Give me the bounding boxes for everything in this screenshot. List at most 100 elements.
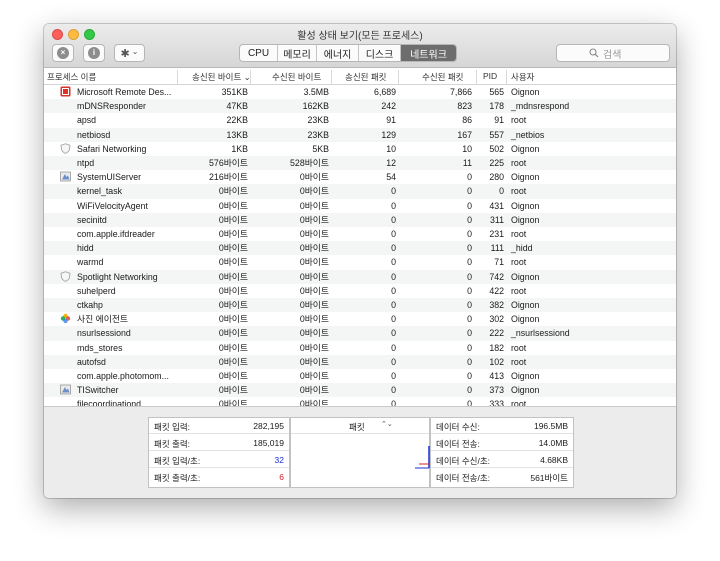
- sent-bytes: 0바이트: [218, 356, 248, 367]
- recv-bytes: 528바이트: [290, 158, 329, 168]
- col-recv-packets[interactable]: 수신된 패킷: [422, 71, 463, 83]
- sent-packets: 91: [386, 115, 396, 126]
- table-row[interactable]: ctkahp 0바이트 0바이트 0 0 382 Oignon: [44, 298, 676, 313]
- process-name: Spotlight Networking: [77, 271, 158, 282]
- table-row[interactable]: ntpd 576바이트 528바이트 12 11 225 root: [44, 156, 676, 171]
- stat-value: 6: [279, 472, 284, 482]
- sent-bytes: 0바이트: [218, 300, 248, 310]
- stat-value: 196.5MB: [533, 421, 568, 431]
- recv-bytes: 0바이트: [299, 214, 329, 225]
- table-row[interactable]: Safari Networking 1KB 5KB 10 10 502 Oign…: [44, 142, 676, 156]
- user: Oignon: [511, 314, 540, 325]
- table-row[interactable]: apsd 22KB 23KB 91 86 91 root: [44, 113, 676, 127]
- stat-row: 패킷 입력: 282,195: [149, 418, 289, 434]
- column-divider: [177, 70, 178, 84]
- table-row[interactable]: com.apple.photomom... 0바이트 0바이트 0 0 413 …: [44, 369, 676, 383]
- col-recv-bytes[interactable]: 수신된 바이트: [272, 71, 321, 83]
- pid: 382: [489, 300, 504, 310]
- user: root: [511, 285, 527, 296]
- table-row[interactable]: com.apple.ifdreader 0바이트 0바이트 0 0 231 ro…: [44, 227, 676, 241]
- titlebar: 활성 상태 보기(모든 프로세스) × i ✱ ⌄ CPU 메모리 에너지 디스…: [44, 24, 676, 68]
- pid: 302: [489, 314, 504, 325]
- recv-packets: 0: [467, 172, 472, 183]
- recv-bytes: 162KB: [302, 101, 329, 112]
- recv-packets: 0: [467, 214, 472, 225]
- recv-bytes: 5KB: [312, 143, 329, 154]
- sent-bytes: 0바이트: [218, 342, 248, 353]
- table-row[interactable]: autofsd 0바이트 0바이트 0 0 102 root: [44, 354, 676, 369]
- tab-network[interactable]: 네트워크: [401, 45, 456, 61]
- tab-disk[interactable]: 디스크: [359, 45, 401, 61]
- user: root: [511, 257, 527, 268]
- pid: 182: [489, 342, 504, 353]
- table-row[interactable]: Spotlight Networking 0바이트 0바이트 0 0 742 O…: [44, 269, 676, 284]
- recv-bytes: 0바이트: [299, 285, 329, 296]
- col-sent-packets[interactable]: 송신된 패킷: [345, 71, 386, 83]
- sent-packets: 0: [391, 271, 396, 282]
- user: _netbios: [511, 129, 545, 140]
- user: Oignon: [511, 87, 540, 97]
- stat-label: 패킷 출력/초:: [154, 473, 201, 483]
- sent-packets: 0: [391, 229, 396, 239]
- sent-bytes: 47KB: [226, 101, 248, 112]
- table-row[interactable]: SystemUIServer 216바이트 0바이트 54 0 280 Oign…: [44, 170, 676, 184]
- table-row[interactable]: Microsoft Remote Des... 351KB 3.5MB 6,68…: [44, 85, 676, 99]
- recv-bytes: 0바이트: [299, 243, 329, 254]
- user: Oignon: [511, 143, 540, 154]
- table-row[interactable]: 사진 에이전트 0바이트 0바이트 0 0 302 Oignon: [44, 312, 676, 326]
- col-pid[interactable]: PID: [483, 71, 497, 81]
- app-icon: [60, 384, 71, 395]
- pid: 231: [489, 229, 504, 239]
- table-row[interactable]: mDNSResponder 47KB 162KB 242 823 178 _md…: [44, 99, 676, 114]
- user: root: [511, 229, 527, 239]
- table-row[interactable]: WiFiVelocityAgent 0바이트 0바이트 0 0 431 Oign…: [44, 199, 676, 213]
- col-user[interactable]: 사용자: [511, 71, 534, 83]
- table-row[interactable]: secinitd 0바이트 0바이트 0 0 311 Oignon: [44, 212, 676, 227]
- sent-packets: 242: [381, 101, 396, 112]
- graph-selector[interactable]: 패킷 ⌃⌄: [291, 418, 429, 434]
- tab-memory[interactable]: 메모리: [278, 45, 317, 61]
- sent-packets: 0: [391, 399, 396, 406]
- photos-icon: [60, 313, 71, 324]
- col-sent-bytes[interactable]: 송신된 바이트 ⌄: [192, 71, 251, 83]
- action-menu-button[interactable]: ✱ ⌄: [114, 44, 145, 62]
- inspect-process-button[interactable]: i: [83, 44, 105, 62]
- user: Oignon: [511, 214, 540, 225]
- recv-bytes: 0바이트: [299, 314, 329, 325]
- activity-monitor-window: 활성 상태 보기(모든 프로세스) × i ✱ ⌄ CPU 메모리 에너지 디스…: [44, 24, 676, 498]
- graph-selector-label: 패킷: [349, 422, 365, 432]
- pid: 431: [489, 200, 504, 211]
- recv-bytes: 0바이트: [299, 399, 329, 406]
- process-name: com.apple.ifdreader: [77, 229, 155, 239]
- table-row[interactable]: suhelperd 0바이트 0바이트 0 0 422 root: [44, 284, 676, 298]
- sent-packets: 6,689: [373, 87, 396, 97]
- table-row[interactable]: warmd 0바이트 0바이트 0 0 71 root: [44, 255, 676, 269]
- col-process-name[interactable]: 프로세스 이름: [47, 71, 96, 83]
- table-row[interactable]: filecoordinationd 0바이트 0바이트 0 0 333 root: [44, 397, 676, 406]
- search-field[interactable]: 검색: [556, 44, 670, 62]
- user: root: [511, 115, 527, 126]
- table-row[interactable]: hidd 0바이트 0바이트 0 0 111 _hidd: [44, 241, 676, 256]
- pid: 742: [489, 271, 504, 282]
- process-name: WiFiVelocityAgent: [77, 200, 148, 211]
- col-sent-bytes-label: 송신된 바이트: [192, 72, 242, 82]
- quit-process-button[interactable]: ×: [52, 44, 74, 62]
- tab-energy[interactable]: 에너지: [317, 45, 359, 61]
- table-row[interactable]: nsurlsessiond 0바이트 0바이트 0 0 222 _nsurlse…: [44, 326, 676, 341]
- table-row[interactable]: kernel_task 0바이트 0바이트 0 0 0 root: [44, 184, 676, 199]
- recv-bytes: 3.5MB: [303, 87, 329, 97]
- process-name: autofsd: [77, 356, 106, 367]
- pid: 422: [489, 285, 504, 296]
- recv-packets: 0: [467, 385, 472, 396]
- sent-bytes: 0바이트: [218, 314, 248, 325]
- table-row[interactable]: netbiosd 13KB 23KB 129 167 557 _netbios: [44, 127, 676, 142]
- packet-stats-box: 패킷 입력: 282,195 패킷 출력: 185,019 패킷 입력/초: 3…: [148, 417, 290, 488]
- remote-desktop-icon: [60, 86, 71, 97]
- sent-packets: 0: [391, 214, 396, 225]
- table-row[interactable]: TISwitcher 0바이트 0바이트 0 0 373 Oignon: [44, 383, 676, 398]
- column-header: 프로세스 이름 송신된 바이트 ⌄ 수신된 바이트 송신된 패킷 수신된 패킷 …: [44, 69, 676, 85]
- recv-bytes: 0바이트: [299, 385, 329, 396]
- tab-cpu[interactable]: CPU: [240, 45, 278, 61]
- table-row[interactable]: mds_stores 0바이트 0바이트 0 0 182 root: [44, 341, 676, 355]
- sent-packets: 0: [391, 314, 396, 325]
